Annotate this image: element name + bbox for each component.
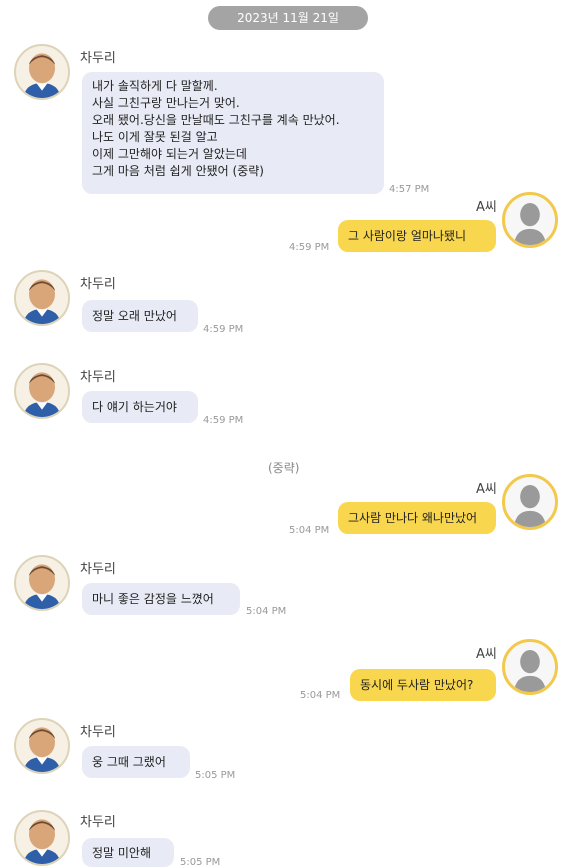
message-text: 웅 그때 그랬어 xyxy=(92,755,166,769)
sender-name: 차두리 xyxy=(80,51,116,66)
avatar-photo xyxy=(23,564,61,609)
system-note: (중략) xyxy=(268,461,300,475)
message-bubble[interactable]: 다 얘기 하는거야 xyxy=(82,391,198,423)
avatar-photo xyxy=(23,279,61,324)
recipient-avatar[interactable] xyxy=(502,474,558,530)
message-time: 4:59 PM xyxy=(203,415,244,426)
message-time: 4:59 PM xyxy=(289,242,330,253)
message-text: 정말 오래 만났어 xyxy=(92,309,177,323)
message-bubble[interactable]: 동시에 두사람 만났어? xyxy=(350,669,496,701)
message-time: 5:05 PM xyxy=(195,770,236,781)
message-time: 5:05 PM xyxy=(180,857,221,868)
sender-name: 차두리 xyxy=(80,815,116,830)
recipient-name: A씨 xyxy=(476,200,497,215)
message-time: 5:04 PM xyxy=(289,525,330,536)
sender-avatar[interactable] xyxy=(14,555,70,611)
message-bubble[interactable]: 정말 오래 만났어 xyxy=(82,300,198,332)
message-line: 이제 그만해야 되는거 알았는데 xyxy=(92,147,247,161)
message-text: 다 얘기 하는거야 xyxy=(92,400,177,414)
message-text: 마니 좋은 감정을 느꼈어 xyxy=(92,592,214,606)
message-time: 5:04 PM xyxy=(300,690,341,701)
recipient-avatar[interactable] xyxy=(502,192,558,248)
sender-avatar[interactable] xyxy=(14,718,70,774)
message-bubble[interactable]: 마니 좋은 감정을 느꼈어 xyxy=(82,583,240,615)
sender-name: 차두리 xyxy=(80,562,116,577)
date-divider: 2023년 11월 21일 xyxy=(208,6,368,30)
recipient-avatar[interactable] xyxy=(502,639,558,695)
silhouette-avatar-icon xyxy=(513,203,547,245)
message-line: 나도 이게 잘못 된걸 알고 xyxy=(92,130,218,144)
avatar-photo xyxy=(23,727,61,772)
sender-avatar[interactable] xyxy=(14,810,70,866)
message-time: 4:57 PM xyxy=(389,184,430,195)
message-line: 그게 마음 처럼 쉽게 안됐어 (중략) xyxy=(92,164,264,178)
avatar-photo xyxy=(23,819,61,864)
message-line: 오래 됐어.당신을 만날때도 그친구를 계속 만났어. xyxy=(92,113,340,127)
silhouette-avatar-icon xyxy=(513,650,547,692)
message-bubble[interactable]: 정말 미안해 xyxy=(82,838,174,867)
avatar-photo xyxy=(23,372,61,417)
message-text: 그 사람이랑 얼마나됐니 xyxy=(348,229,467,243)
sender-name: 차두리 xyxy=(80,277,116,292)
message-bubble[interactable]: 그사람 만나다 왜나만났어 xyxy=(338,502,496,534)
silhouette-avatar-icon xyxy=(513,485,547,527)
message-text: 그사람 만나다 왜나만났어 xyxy=(348,511,478,525)
message-bubble[interactable]: 내가 솔직하게 다 말할께. 사실 그친구랑 만나는거 맞어. 오래 됐어.당신… xyxy=(82,72,384,194)
message-bubble[interactable]: 그 사람이랑 얼마나됐니 xyxy=(338,220,496,252)
avatar-photo xyxy=(23,53,61,98)
message-text: 정말 미안해 xyxy=(92,846,152,860)
recipient-name: A씨 xyxy=(476,647,497,662)
sender-name: 차두리 xyxy=(80,725,116,740)
message-time: 4:59 PM xyxy=(203,324,244,335)
sender-avatar[interactable] xyxy=(14,363,70,419)
sender-name: 차두리 xyxy=(80,370,116,385)
message-bubble[interactable]: 웅 그때 그랬어 xyxy=(82,746,190,778)
sender-avatar[interactable] xyxy=(14,44,70,100)
message-line: 내가 솔직하게 다 말할께. xyxy=(92,79,218,93)
message-time: 5:04 PM xyxy=(246,606,287,617)
sender-avatar[interactable] xyxy=(14,270,70,326)
message-text: 동시에 두사람 만났어? xyxy=(360,678,474,692)
recipient-name: A씨 xyxy=(476,482,497,497)
message-line: 사실 그친구랑 만나는거 맞어. xyxy=(92,96,240,110)
